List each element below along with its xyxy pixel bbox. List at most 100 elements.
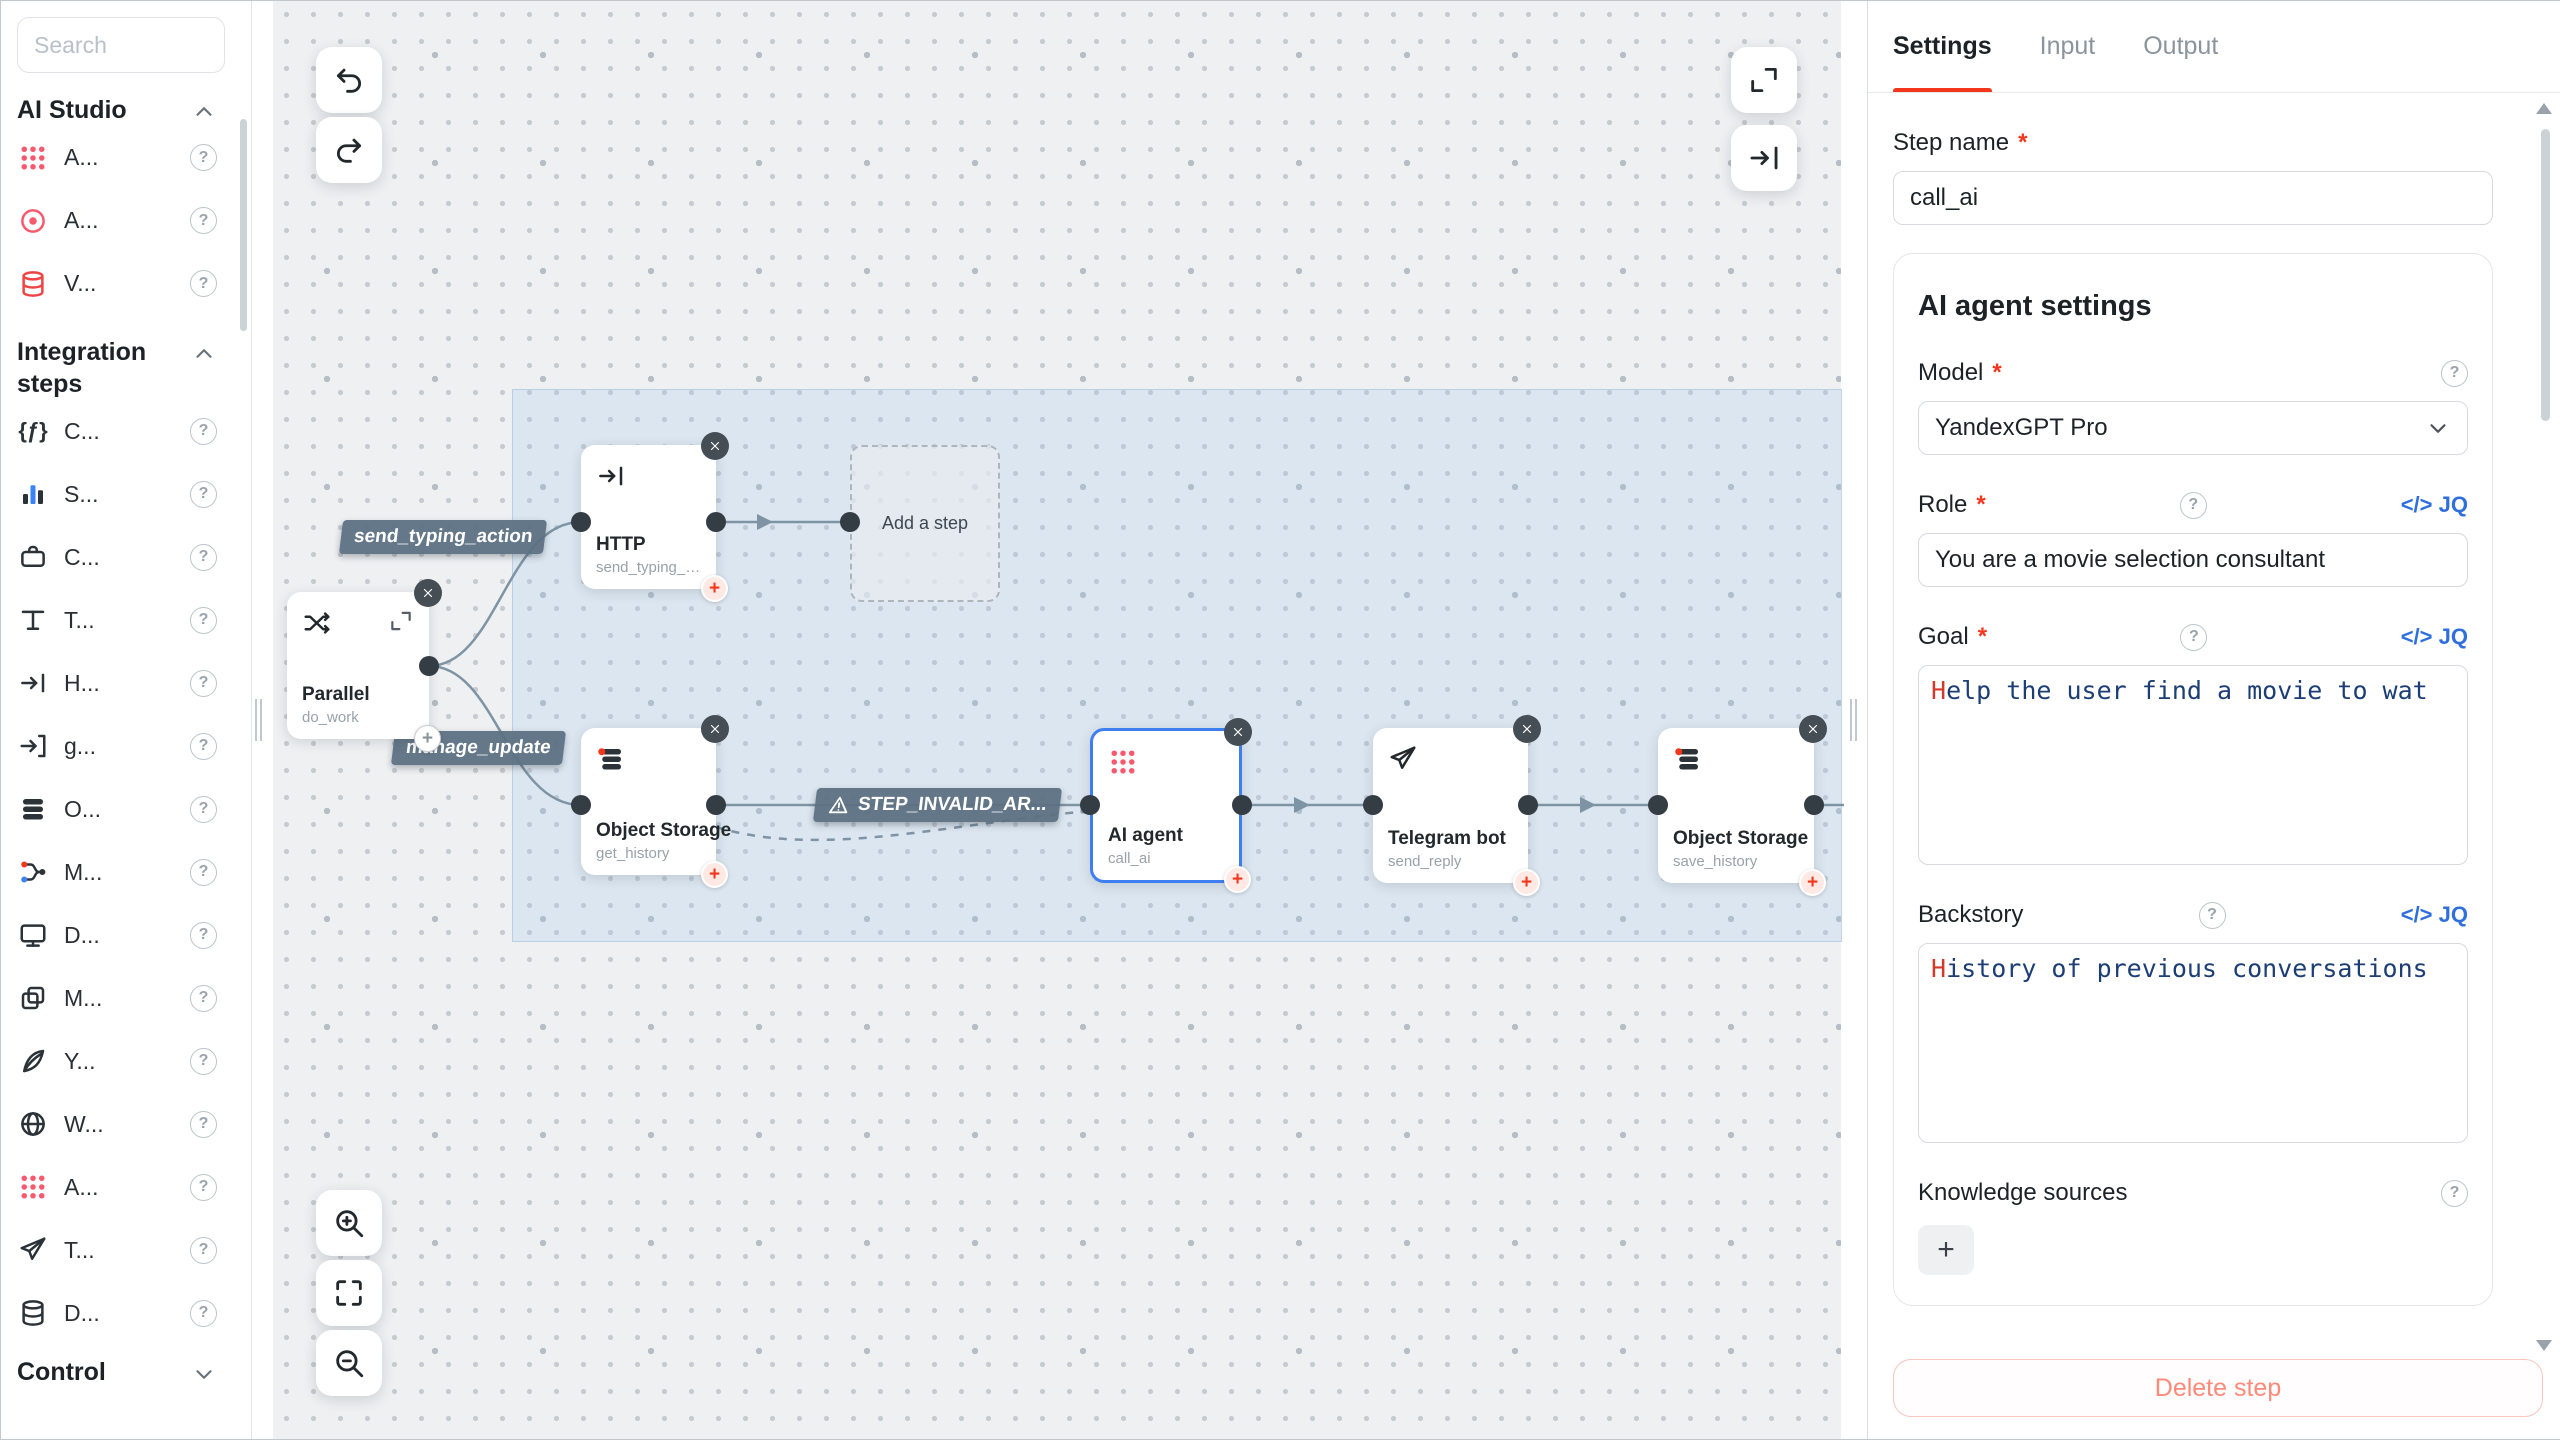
sidebar-item-tracker[interactable]: T... ?: [17, 589, 217, 652]
edge-arrow: [1580, 797, 1596, 813]
help-icon[interactable]: ?: [190, 1048, 217, 1075]
help-icon[interactable]: ?: [190, 544, 217, 571]
help-icon[interactable]: ?: [2441, 1180, 2468, 1207]
scroll-up-arrow[interactable]: [2536, 103, 2552, 114]
help-icon[interactable]: ?: [190, 607, 217, 634]
help-icon[interactable]: ?: [2441, 360, 2468, 387]
step-name-input[interactable]: [1893, 171, 2493, 225]
sidebar-item-ai-agent[interactable]: A... ?: [17, 126, 217, 189]
sidebar-item-vector-store[interactable]: V... ?: [17, 252, 217, 315]
section-integration-steps[interactable]: Integration steps: [17, 337, 217, 400]
help-icon[interactable]: ?: [190, 985, 217, 1012]
collapse-icon[interactable]: [388, 608, 414, 634]
sidebar-item-container[interactable]: C... ?: [17, 526, 217, 589]
help-icon[interactable]: ?: [190, 1111, 217, 1138]
delete-step-button[interactable]: Delete step: [1893, 1359, 2543, 1417]
backstory-jq-toggle[interactable]: </> JQ: [2401, 902, 2468, 928]
sidebar-item-merge[interactable]: M... ?: [17, 841, 217, 904]
help-icon[interactable]: ?: [190, 922, 217, 949]
sidebar-item-assistant[interactable]: A... ?: [17, 189, 217, 252]
zoom-out-icon: [332, 1346, 366, 1380]
node-object-storage-get-history[interactable]: Object Storage get_history +: [581, 728, 716, 875]
help-icon[interactable]: ?: [190, 1174, 217, 1201]
role-jq-toggle[interactable]: </> JQ: [2401, 492, 2468, 518]
delete-node-button[interactable]: [701, 432, 729, 460]
help-icon[interactable]: ?: [190, 1237, 217, 1264]
go-to-step-button[interactable]: [1731, 125, 1797, 191]
arrow-to-bar-icon: [1747, 141, 1781, 175]
node-ai-agent-call-ai[interactable]: AI agent call_ai +: [1090, 728, 1242, 883]
sidebar-item-telegram[interactable]: T... ?: [17, 1219, 217, 1282]
sidebar-item-http[interactable]: H... ?: [17, 652, 217, 715]
help-icon[interactable]: ?: [2180, 624, 2207, 651]
paper-plane-icon: [1388, 744, 1418, 774]
help-icon[interactable]: ?: [190, 796, 217, 823]
help-icon[interactable]: ?: [190, 670, 217, 697]
sidebar-item-ydb[interactable]: Y... ?: [17, 1030, 217, 1093]
node-parallel[interactable]: Parallel do_work +: [287, 592, 429, 739]
section-control[interactable]: Control: [17, 1357, 217, 1388]
help-icon[interactable]: ?: [190, 481, 217, 508]
delete-node-button[interactable]: [1799, 715, 1827, 743]
redo-button[interactable]: [316, 117, 382, 183]
undo-button[interactable]: [316, 47, 382, 113]
delete-node-button[interactable]: [1513, 715, 1541, 743]
zoom-in-button[interactable]: [316, 1190, 382, 1256]
node-http-send-typing[interactable]: HTTP send_typing_acti... +: [581, 445, 716, 589]
delete-node-button[interactable]: [414, 579, 442, 607]
sidebar-item-object-storage[interactable]: O... ?: [17, 778, 217, 841]
help-icon[interactable]: ?: [190, 207, 217, 234]
sidebar-item-websearch[interactable]: W... ?: [17, 1093, 217, 1156]
add-error-handler-button[interactable]: +: [1799, 869, 1826, 896]
node-add-step-placeholder[interactable]: Add a step: [850, 445, 1000, 602]
zoom-out-button[interactable]: [316, 1330, 382, 1396]
delete-node-button[interactable]: [701, 715, 729, 743]
node-object-storage-save-history[interactable]: Object Storage save_history +: [1658, 728, 1814, 883]
help-icon[interactable]: ?: [190, 418, 217, 445]
edge-label-send-typing-action[interactable]: send_typing_action: [339, 520, 548, 554]
edge-label-step-invalid[interactable]: STEP_INVALID_AR...: [813, 788, 1062, 822]
help-icon[interactable]: ?: [190, 733, 217, 760]
add-branch-button[interactable]: +: [414, 725, 441, 752]
tab-settings[interactable]: Settings: [1893, 1, 1992, 92]
sidebar-item-get-state[interactable]: g... ?: [17, 715, 217, 778]
role-input[interactable]: [1918, 533, 2468, 587]
sidebar-item-datasphere[interactable]: D... ?: [17, 904, 217, 967]
help-icon[interactable]: ?: [2180, 492, 2207, 519]
backstory-label: Backstory ? </> JQ: [1918, 901, 2468, 929]
section-ai-studio[interactable]: AI Studio: [17, 95, 217, 126]
help-icon[interactable]: ?: [190, 144, 217, 171]
add-error-handler-button[interactable]: +: [1224, 866, 1251, 893]
tab-input[interactable]: Input: [2040, 1, 2096, 92]
right-panel-resize-handle[interactable]: [1850, 699, 1857, 741]
add-error-handler-button[interactable]: +: [1513, 869, 1540, 896]
help-icon[interactable]: ?: [190, 1300, 217, 1327]
goal-editor[interactable]: Help the user find a movie to wat: [1918, 665, 2468, 865]
sidebar-item-database[interactable]: D... ?: [17, 1282, 217, 1345]
tab-output[interactable]: Output: [2143, 1, 2218, 92]
model-select[interactable]: YandexGPT Pro: [1918, 401, 2468, 455]
search-input[interactable]: [17, 17, 225, 73]
fit-view-button[interactable]: [316, 1260, 382, 1326]
add-knowledge-source-button[interactable]: +: [1918, 1225, 1974, 1275]
panel-scrollbar[interactable]: [2541, 129, 2550, 421]
auto-layout-button[interactable]: [1731, 47, 1797, 113]
left-panel-resize-handle[interactable]: [255, 699, 262, 741]
sidebar-item-message-queue[interactable]: M... ?: [17, 967, 217, 1030]
add-error-handler-button[interactable]: +: [701, 575, 728, 602]
panel-tabs: Settings Input Output: [1868, 1, 2560, 93]
goal-jq-toggle[interactable]: </> JQ: [2401, 624, 2468, 650]
delete-node-button[interactable]: [1224, 718, 1252, 746]
add-error-handler-button[interactable]: +: [701, 861, 728, 888]
sidebar-item-code[interactable]: {ƒ} C... ?: [17, 400, 217, 463]
node-telegram-send-reply[interactable]: Telegram bot send_reply +: [1373, 728, 1528, 883]
help-icon[interactable]: ?: [2199, 902, 2226, 929]
help-icon[interactable]: ?: [190, 859, 217, 886]
backstory-editor[interactable]: History of previous conversations: [1918, 943, 2468, 1143]
sidebar-item-search-index[interactable]: S... ?: [17, 463, 217, 526]
sidebar-scrollbar[interactable]: [240, 119, 247, 331]
help-icon[interactable]: ?: [190, 270, 217, 297]
scroll-down-arrow[interactable]: [2536, 1340, 2552, 1351]
sidebar-item-ai-agent-2[interactable]: A... ?: [17, 1156, 217, 1219]
object-storage-icon: [596, 744, 626, 774]
